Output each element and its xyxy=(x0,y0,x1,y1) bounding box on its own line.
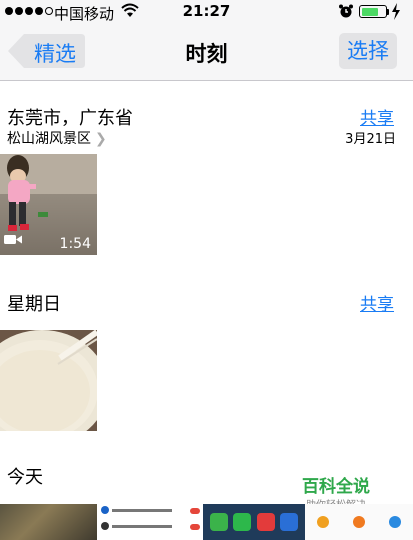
video-duration: 1:54 xyxy=(59,236,91,252)
navigation-bar: 精选 时刻 选择 xyxy=(0,24,413,81)
moment-location-title: 东莞市，广东省 xyxy=(7,108,133,129)
overlay-food-photo xyxy=(0,504,97,540)
battery-icon xyxy=(359,5,387,18)
alarm-icon xyxy=(338,3,354,23)
wechat-icon xyxy=(209,513,228,531)
overlay-news-thumbnail xyxy=(97,504,203,540)
moment-day-title: 星期日 xyxy=(7,294,61,315)
star-icon xyxy=(317,516,329,528)
blue-app-icon xyxy=(280,513,299,531)
overlay-app-icons xyxy=(203,504,305,540)
moment-location-subtitle[interactable]: 松山湖风景区 ❯ xyxy=(7,128,107,148)
video-camera-icon xyxy=(4,230,22,249)
chevron-right-icon: ❯ xyxy=(95,131,107,147)
overlay-tab-bar xyxy=(305,504,413,540)
moment-day-title: 今天 xyxy=(7,467,43,488)
location-icon xyxy=(353,516,365,528)
photo-thumbnail[interactable] xyxy=(0,330,97,431)
select-button[interactable]: 选择 xyxy=(339,33,397,69)
overlay-image-strip xyxy=(0,504,413,540)
red-app-icon xyxy=(256,513,275,531)
watermark-title: 百科全说 xyxy=(302,477,370,497)
status-bar: 中国移动 21:27 xyxy=(0,0,413,24)
share-link[interactable]: 共享 xyxy=(360,290,394,315)
green-app-icon xyxy=(233,513,252,531)
video-thumbnail[interactable]: 1:54 xyxy=(0,154,97,255)
triangle-icon xyxy=(389,516,401,528)
moment-date: 3月21日 xyxy=(345,132,396,147)
share-link[interactable]: 共享 xyxy=(360,104,394,129)
moment-location-subtitle-label: 松山湖风景区 xyxy=(7,131,91,147)
charging-icon xyxy=(391,3,401,24)
